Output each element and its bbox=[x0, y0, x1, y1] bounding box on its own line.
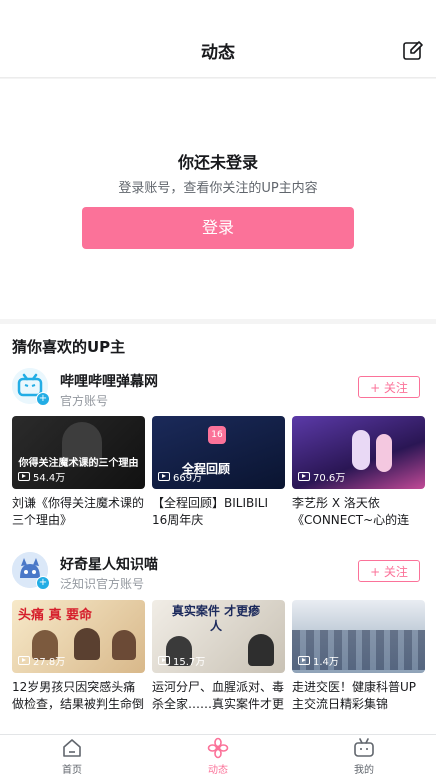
follow-button[interactable]: + 关注 bbox=[358, 376, 420, 398]
tab-label: 首页 bbox=[62, 765, 82, 776]
video-card[interactable]: 1.4万 走进交医！健康科普UP主交流日精彩集锦 bbox=[292, 600, 425, 713]
play-count-icon bbox=[158, 472, 170, 481]
dynamic-icon bbox=[207, 737, 229, 759]
video-card[interactable]: 真实案件 才更瘆人 15.7万 运河分尸、血腥派对、毒杀全家……真实案件才更瘆人 bbox=[152, 600, 285, 713]
plus-badge-icon: + bbox=[36, 392, 50, 406]
video-title: 【全程回顾】BILIBILI 16周年庆 bbox=[152, 496, 268, 527]
up-name[interactable]: 好奇星人知识喵 bbox=[60, 554, 158, 574]
top-bar: 动态 bbox=[0, 0, 436, 78]
page-title: 动态 bbox=[201, 43, 235, 63]
login-button[interactable]: 登录 bbox=[82, 207, 354, 249]
tab-label: 动态 bbox=[208, 765, 228, 776]
play-count-icon bbox=[298, 656, 310, 665]
up-card: + 好奇星人知识喵 泛知识官方账号 + 关注 头痛 真 要命 27.8万 12岁… bbox=[0, 552, 436, 752]
recommended-ups-section: 猜你喜欢的UP主 + 哔哩哔哩弹幕网 官方账号 + 关注 你得关注魔术课的三个理… bbox=[0, 324, 436, 734]
video-thumbnail: 头痛 真 要命 27.8万 bbox=[12, 600, 145, 673]
up-name[interactable]: 哔哩哔哩弹幕网 bbox=[60, 371, 158, 391]
video-thumbnail: 真实案件 才更瘆人 15.7万 bbox=[152, 600, 285, 673]
thumbnail-caption: 头痛 真 要命 bbox=[18, 608, 93, 623]
video-title: 走进交医！健康科普UP主交流日精彩集锦 bbox=[292, 680, 417, 711]
view-count: 669万 bbox=[173, 473, 203, 484]
play-count-icon bbox=[18, 656, 30, 665]
login-title: 你还未登录 bbox=[177, 153, 258, 172]
video-thumbnail: 16 全程回顾 669万 bbox=[152, 416, 285, 489]
thumbnail-caption: 真实案件 才更瘆人 bbox=[171, 604, 261, 633]
video-title: 刘谦《你得关注魔术课的三个理由》 bbox=[12, 496, 145, 527]
edit-icon[interactable] bbox=[402, 40, 424, 62]
up-card: + 哔哩哔哩弹幕网 官方账号 + 关注 你得关注魔术课的三个理由 54.4万 刘… bbox=[0, 368, 436, 568]
play-count-icon bbox=[18, 472, 30, 481]
video-card[interactable]: 头痛 真 要命 27.8万 12岁男孩只因突感头痛做检查，结果被判生命倒计时 bbox=[12, 600, 145, 713]
video-title: 运河分尸、血腥派对、毒杀全家……真实案件才更瘆人 bbox=[152, 680, 285, 711]
view-count: 1.4万 bbox=[313, 657, 339, 668]
follow-button[interactable]: + 关注 bbox=[358, 560, 420, 582]
tv-icon bbox=[354, 738, 374, 757]
view-count: 54.4万 bbox=[33, 473, 66, 484]
view-count: 70.6万 bbox=[313, 473, 346, 484]
avatar[interactable]: + bbox=[12, 368, 50, 406]
bottom-tab-bar: 首页 动态 我的 bbox=[0, 734, 436, 776]
up-subtitle: 官方账号 bbox=[60, 394, 109, 408]
home-icon bbox=[63, 739, 81, 757]
section-title: 猜你喜欢的UP主 bbox=[12, 338, 126, 356]
tab-label: 我的 bbox=[354, 765, 374, 776]
up-subtitle: 泛知识官方账号 bbox=[60, 577, 145, 591]
video-thumbnail: 1.4万 bbox=[292, 600, 425, 673]
tab-dynamic[interactable]: 动态 bbox=[188, 737, 248, 776]
plus-badge-icon: + bbox=[36, 576, 50, 590]
video-card[interactable]: 你得关注魔术课的三个理由 54.4万 刘谦《你得关注魔术课的三个理由》 bbox=[12, 416, 145, 529]
avatar[interactable]: + bbox=[12, 552, 50, 590]
video-title: 李艺彤 X 洛天依《CONNECT~心的连接》 bbox=[292, 496, 410, 527]
video-card[interactable]: 16 全程回顾 669万 【全程回顾】BILIBILI 16周年庆 bbox=[152, 416, 285, 529]
video-thumbnail: 你得关注魔术课的三个理由 54.4万 bbox=[12, 416, 145, 489]
login-description: 登录账号，查看你关注的UP主内容 bbox=[118, 181, 318, 196]
video-thumbnail: 70.6万 bbox=[292, 416, 425, 489]
video-title: 12岁男孩只因突感头痛做检查，结果被判生命倒计时 bbox=[12, 680, 145, 711]
view-count: 15.7万 bbox=[173, 657, 206, 668]
play-count-icon bbox=[158, 656, 170, 665]
play-count-icon bbox=[298, 472, 310, 481]
video-card[interactable]: 70.6万 李艺彤 X 洛天依《CONNECT~心的连接》 bbox=[292, 416, 425, 529]
view-count: 27.8万 bbox=[33, 657, 66, 668]
login-prompt: 你还未登录 登录账号，查看你关注的UP主内容 登录 bbox=[0, 79, 436, 319]
tab-mine[interactable]: 我的 bbox=[334, 737, 394, 776]
tab-home[interactable]: 首页 bbox=[42, 737, 102, 776]
